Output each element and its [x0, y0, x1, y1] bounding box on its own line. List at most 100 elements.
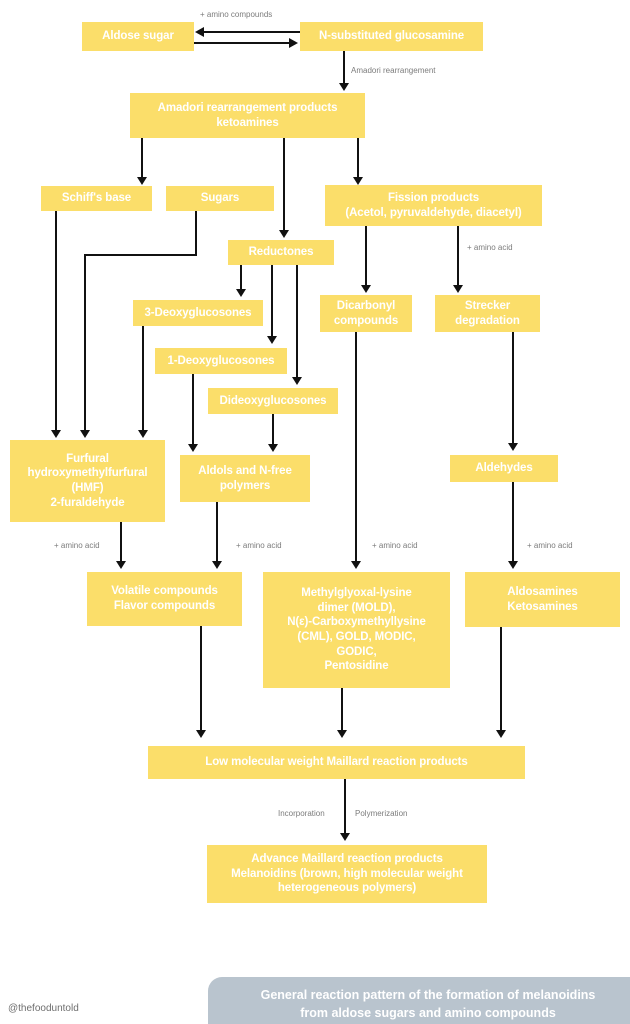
node-volatile-flavor-compounds: Volatile compounds Flavor compounds [87, 572, 242, 626]
edge-label-polymerization: Polymerization [355, 809, 408, 818]
diagram-caption: General reaction pattern of the formatio… [208, 977, 630, 1024]
arrow-dicarbonyl-to-mold-head [351, 561, 361, 569]
node-reductones-label: Reductones [248, 246, 314, 259]
arrow-strecker-to-aldehydes-head [508, 443, 518, 451]
arrow-aldosamines-to-lmw-shaft [500, 627, 502, 731]
arrow-aldols-to-volatile-head [212, 561, 222, 569]
arrow-reductones-to-3deoxy-shaft [240, 265, 242, 290]
arrow-reductones-to-3deoxy-head [236, 289, 246, 297]
edge-label-amino-acid-aldehydes: + amino acid [527, 541, 573, 550]
node-amadori-line2: ketoamines [216, 116, 279, 129]
arrow-aldols-to-volatile-shaft [216, 502, 218, 562]
node-reductones: Reductones [228, 240, 334, 265]
node-furfural-line3: (HMF) [71, 482, 104, 494]
arrow-aldehydes-to-aldosamines-shaft [512, 482, 514, 562]
arrow-reductones-to-dideoxy-shaft [296, 265, 298, 378]
caption-line-2: from aldose sugars and amino compounds [300, 1006, 556, 1021]
node-furfural-line4: 2-furaldehyde [50, 496, 125, 509]
node-aldosamines-line1: Aldosamines [507, 585, 578, 598]
node-aldosamines-ketosamines: Aldosamines Ketosamines [465, 572, 620, 627]
maillard-reaction-flowchart: Aldose sugar N-substituted glucosamine +… [0, 0, 630, 1024]
arrow-mold-to-lmw-head [337, 730, 347, 738]
arrow-aldehydes-to-aldosamines-head [508, 561, 518, 569]
node-aldols-and-n-free-polymers: Aldols and N-free polymers [180, 455, 310, 502]
arrow-fission-to-dicarbonyl-shaft [365, 226, 367, 286]
node-dideoxyglucosones-label: Dideoxyglucosones [219, 394, 327, 407]
node-mold-line6: Pentosidine [324, 660, 389, 673]
edge-label-amadori-rearrangement: Amadori rearrangement [351, 66, 436, 75]
arrow-aldose-to-glucosamine-shaft [194, 42, 290, 44]
arrow-volatile-to-lmw-shaft [200, 626, 202, 731]
arrow-strecker-to-aldehydes-shaft [512, 332, 514, 444]
node-volatile-line2: Flavor compounds [113, 600, 216, 612]
node-aldehydes-label: Aldehydes [475, 462, 533, 475]
node-aldose-sugar: Aldose sugar [82, 22, 194, 51]
arrow-fission-to-dicarbonyl-head [361, 285, 371, 293]
node-1-deoxyglucosones: 1-Deoxyglucosones [155, 348, 287, 374]
node-low-molecular-weight-products: Low molecular weight Maillard reaction p… [148, 746, 525, 779]
node-schiffs-base-label: Schiff's base [61, 192, 132, 205]
arrow-amadori-to-fission-head [353, 177, 363, 185]
arrow-furfural-to-volatile-shaft [120, 522, 122, 562]
arrow-dicarbonyl-to-mold-shaft [355, 332, 357, 562]
arrow-reductones-to-dideoxy-head [292, 377, 302, 385]
arrow-reductones-to-1deoxy-head [267, 336, 277, 344]
arrow-sugars-to-furfural-head [80, 430, 90, 438]
arrow-amadori-to-fission-shaft [357, 138, 359, 178]
node-aldols-line2: polymers [219, 479, 271, 492]
node-sugars-label: Sugars [200, 192, 240, 205]
edge-label-amino-compounds: + amino compounds [200, 10, 273, 19]
node-strecker-line1: Strecker [464, 299, 511, 312]
node-mold-line3: N(ε)-Carboxymethyllysine [287, 616, 426, 629]
arrow-amadori-to-reductones-head [279, 230, 289, 238]
node-advanced-line3: heterogeneous polymers) [277, 882, 417, 895]
node-strecker-degradation: Strecker degradation [435, 295, 540, 332]
node-amadori-rearrangement-products: Amadori rearrangement products ketoamine… [130, 93, 365, 138]
node-n-substituted-glucosamine: N-substituted glucosamine [300, 22, 483, 51]
arrow-1deoxy-to-aldols-head [188, 444, 198, 452]
node-n-substituted-glucosamine-label: N-substituted glucosamine [318, 30, 465, 43]
node-furfural-line2: hydroxymethylfurfural [27, 467, 148, 480]
arrow-aldose-to-glucosamine-head [289, 38, 298, 48]
arrow-lmw-to-advanced-shaft [344, 779, 346, 834]
caption-line-1: General reaction pattern of the formatio… [260, 988, 596, 1002]
arrow-amadori-to-schiff-head [137, 177, 147, 185]
arrow-glucosamine-to-amadori-shaft [343, 51, 345, 84]
arrow-aldosamines-to-lmw-head [496, 730, 506, 738]
node-dicarbonyl-compounds: Dicarbonyl compounds [320, 295, 412, 332]
node-mold-line1: Methylglyoxal-lysine [301, 586, 412, 599]
node-dicarbonyl-line1: Dicarbonyl [336, 299, 396, 312]
node-furfural: Furfural hydroxymethylfurfural (HMF) 2-f… [10, 440, 165, 522]
node-mold-line4: (CML), GOLD, MODIC, [297, 631, 416, 643]
arrow-amadori-to-schiff-shaft [141, 138, 143, 178]
edge-label-amino-acid-aldols: + amino acid [236, 541, 282, 550]
node-advanced-maillard-products: Advance Maillard reaction products Melan… [207, 845, 487, 903]
node-lmw-label: Low molecular weight Maillard reaction p… [205, 756, 468, 769]
arrow-fission-to-strecker-shaft [457, 226, 459, 286]
node-advanced-line2: Melanoidins (brown, high molecular weigh… [231, 867, 463, 880]
node-volatile-line1: Volatile compounds [111, 585, 218, 598]
arrow-sugars-to-furfural-shaft [84, 254, 86, 431]
node-schiffs-base: Schiff's base [41, 186, 152, 211]
arrow-glucosamine-to-amadori-head [339, 83, 349, 91]
arrow-schiff-to-furfural-shaft [55, 211, 57, 431]
node-aldosamines-line2: Ketosamines [507, 600, 578, 613]
arrow-lmw-to-advanced-head [340, 833, 350, 841]
arrow-glucosamine-to-aldose-head [195, 27, 204, 37]
node-mold-line2: dimer (MOLD), [317, 601, 396, 614]
arrow-3deoxy-to-furfural-head [138, 430, 148, 438]
arrow-schiff-to-furfural-head [51, 430, 61, 438]
node-dicarbonyl-line2: compounds [333, 314, 399, 327]
credit-handle: @thefooduntold [8, 1003, 79, 1014]
arrow-dideoxy-to-aldols-head [268, 444, 278, 452]
node-aldols-line1: Aldols and N-free [198, 464, 292, 477]
node-aldose-sugar-label: Aldose sugar [102, 30, 174, 43]
edge-label-incorporation: Incorporation [278, 809, 325, 818]
node-fission-products: Fission products (Acetol, pyruvaldehyde,… [325, 185, 542, 226]
node-sugars: Sugars [166, 186, 274, 211]
node-strecker-line2: degradation [455, 314, 520, 327]
node-fission-products-line2: (Acetol, pyruvaldehyde, diacetyl) [345, 206, 522, 219]
node-amadori-line1: Amadori rearrangement products [157, 101, 338, 114]
node-dideoxyglucosones: Dideoxyglucosones [208, 388, 338, 414]
node-3-deoxyglucosones: 3-Deoxyglucosones [133, 300, 263, 326]
